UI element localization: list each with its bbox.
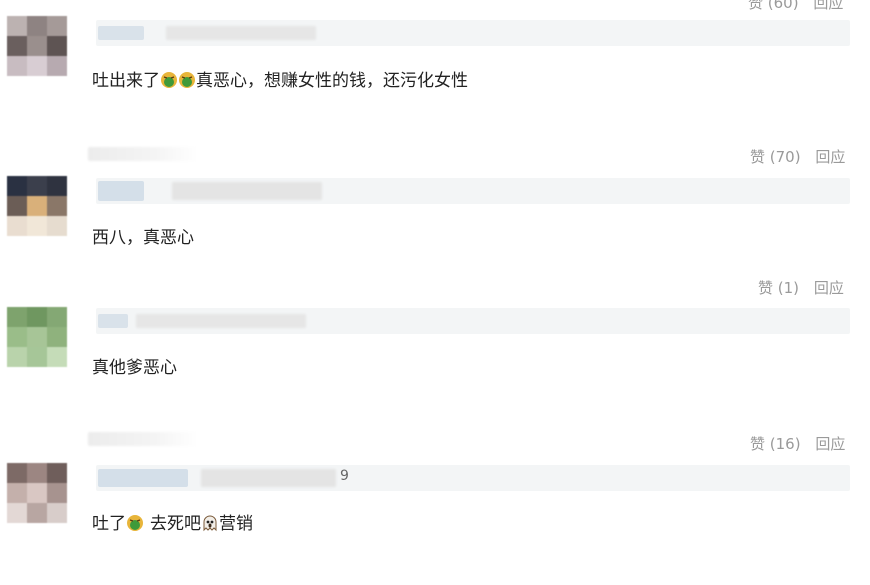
vomit-emoji-icon xyxy=(179,72,195,88)
comment-4-quote-blurred: 9 xyxy=(96,465,850,491)
comment-2-quote-blurred xyxy=(96,178,850,204)
comment-4-text-b: 去死吧 xyxy=(150,514,201,534)
comment-1-text: 吐出来了 真恶心，想赚女性的钱，还污化女性 xyxy=(92,70,468,92)
comment-2-avatar[interactable] xyxy=(7,176,67,236)
comment-2-like-button[interactable]: 赞 (70) xyxy=(750,148,801,166)
comment-4-quote-suffix: 9 xyxy=(340,468,349,484)
comment-4-header-blurred xyxy=(88,432,198,446)
comment-1-avatar[interactable] xyxy=(7,16,67,76)
comment-4-like-button[interactable]: 赞 (16) xyxy=(750,435,801,453)
comment-4-text-c: 营销 xyxy=(219,514,253,534)
comment-1-text-a: 吐出来了 xyxy=(92,71,160,91)
comment-3-quote-blurred xyxy=(96,308,850,334)
comment-2-text: 西八，真恶心 xyxy=(92,228,194,248)
vomit-emoji-icon xyxy=(161,72,177,88)
comment-1-footer-meta: 赞 (70) 回应 xyxy=(750,146,845,167)
comment-3-reply-button[interactable]: 回应 xyxy=(814,279,844,297)
comment-1-like-button[interactable]: 赞 (60) xyxy=(748,0,799,12)
vomit-emoji-icon xyxy=(127,515,143,531)
comment-3-footer-meta: 赞 (16) 回应 xyxy=(750,433,845,454)
comment-1-reply-button[interactable]: 回应 xyxy=(813,0,843,12)
comment-3-text: 真他爹恶心 xyxy=(92,358,177,378)
comment-4-text: 吐了 去死吧 营销 xyxy=(92,513,253,535)
comment-4-avatar[interactable] xyxy=(7,463,67,523)
comment-1-meta: 赞 (60) 回应 xyxy=(748,0,843,13)
ghost-emoji-icon xyxy=(203,515,217,532)
comment-1-text-b: 真恶心，想赚女性的钱，还污化女性 xyxy=(196,71,468,91)
comment-4-text-a: 吐了 xyxy=(92,514,126,534)
comment-2-footer-meta: 赞 (1) 回应 xyxy=(758,277,844,298)
comment-1-quote-blurred xyxy=(96,20,850,46)
comment-3-like-button[interactable]: 赞 (1) xyxy=(758,279,799,297)
comment-2-reply-button[interactable]: 回应 xyxy=(815,148,845,166)
comment-3-avatar[interactable] xyxy=(7,307,67,367)
comment-4-reply-button[interactable]: 回应 xyxy=(815,435,845,453)
comment-2-header-blurred xyxy=(88,147,198,161)
